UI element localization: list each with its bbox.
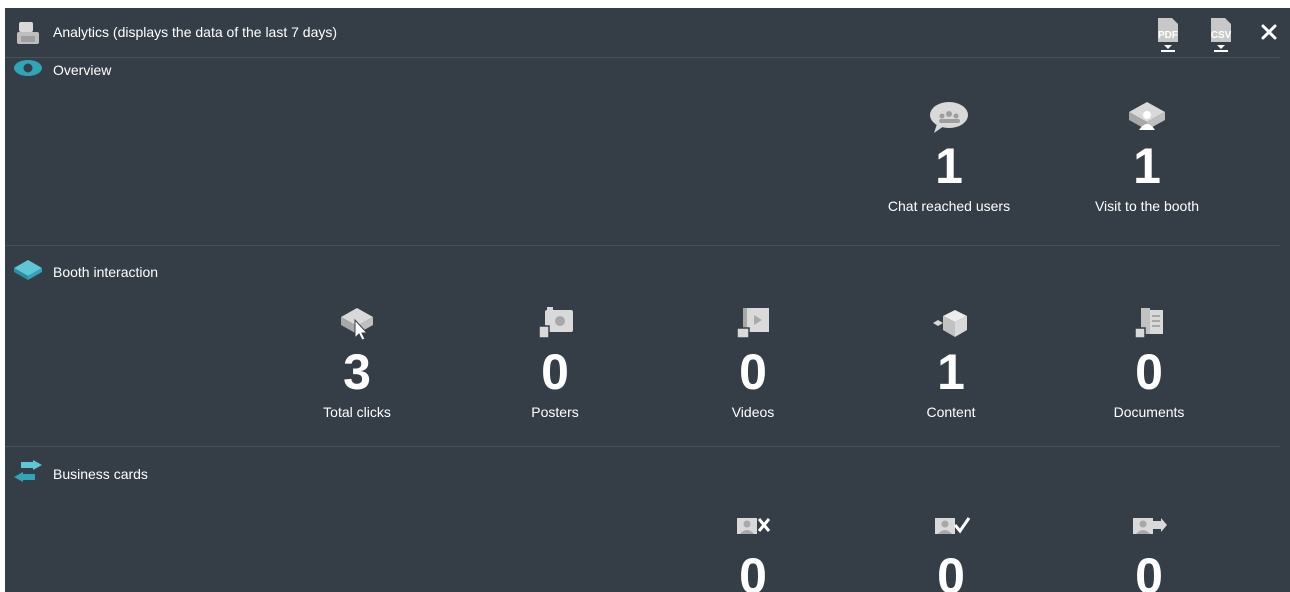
stat-cards-rejected: 0 [673, 510, 833, 592]
stat-value: 0 [739, 548, 767, 592]
download-csv-button[interactable]: CSV [1206, 14, 1236, 54]
card-sent-icon [1133, 518, 1167, 534]
stat-label: Posters [531, 404, 579, 420]
stat-value: 1 [1133, 138, 1161, 194]
booth-diamond-icon [14, 260, 42, 280]
header-divider [5, 57, 1280, 58]
csv-label: CSV [1211, 30, 1232, 41]
poster-icon [538, 307, 573, 339]
stat-documents: 0 Documents [1069, 306, 1229, 420]
analytics-panel: Analytics (displays the data of the last… [5, 8, 1290, 592]
eye-icon [14, 60, 42, 76]
stat-cards-accepted: 0 [871, 510, 1031, 592]
booth-visit-icon [1129, 102, 1165, 130]
stat-value: 0 [541, 344, 569, 400]
chat-users-icon [930, 102, 968, 133]
stat-label: Total clicks [323, 404, 391, 420]
stat-visit-to-booth: 1 Visit to the booth [1067, 100, 1227, 214]
overview-section-title: Overview [53, 62, 112, 78]
section-divider [5, 245, 1280, 246]
card-accepted-icon [935, 517, 971, 534]
stat-posters: 0 Posters [475, 306, 635, 420]
booth-click-icon [341, 308, 373, 341]
booth-section-title: Booth interaction [53, 264, 159, 280]
stat-label: Documents [1113, 404, 1185, 420]
content-cube-icon [933, 310, 967, 337]
stat-cards-sent: 0 [1069, 510, 1229, 592]
stat-value: 0 [937, 548, 965, 592]
stat-content: 1 Content [871, 306, 1031, 420]
stat-total-clicks: 3 Total clicks [277, 306, 437, 420]
exchange-arrows-icon [14, 460, 42, 482]
close-icon[interactable] [1257, 20, 1281, 44]
stat-label: Content [926, 404, 976, 420]
page-title: Analytics (displays the data of the last… [53, 24, 338, 40]
analytics-app-icon [17, 22, 39, 44]
stat-label: Videos [731, 404, 775, 420]
stat-chat-reached-users: 1 Chat reached users [869, 100, 1029, 214]
business-section-title: Business cards [53, 466, 148, 482]
download-pdf-button[interactable]: PDF [1153, 14, 1183, 54]
documents-icon [1134, 308, 1163, 339]
stat-label: Chat reached users [887, 198, 1011, 214]
stat-value: 0 [739, 344, 767, 400]
video-icon [736, 308, 769, 339]
section-divider [5, 446, 1280, 447]
stat-videos: 0 Videos [673, 306, 833, 420]
stat-value: 3 [343, 344, 371, 400]
stat-value: 1 [935, 138, 963, 194]
stat-value: 0 [1135, 344, 1163, 400]
pdf-label: PDF [1158, 30, 1178, 41]
card-rejected-icon [737, 518, 771, 534]
header-bar: Analytics (displays the data of the last… [5, 8, 1290, 58]
stat-label: Visit to the booth [1094, 198, 1200, 214]
stat-value: 1 [937, 344, 965, 400]
stat-value: 0 [1135, 548, 1163, 592]
